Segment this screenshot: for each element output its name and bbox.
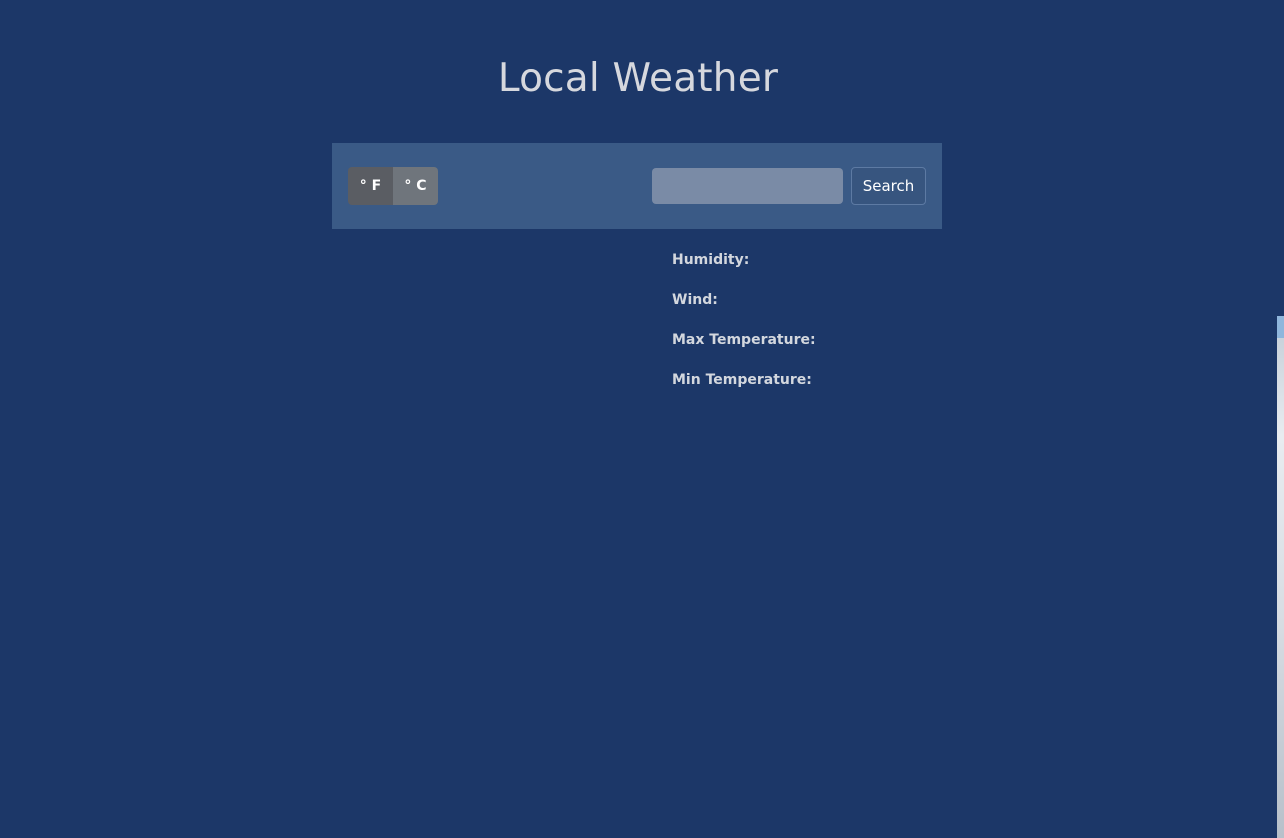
celsius-button[interactable]: ° C [393, 167, 438, 205]
fahrenheit-button[interactable]: ° F [348, 167, 393, 205]
unit-toggle-group: ° F ° C [348, 167, 438, 205]
max-temperature-label: Max Temperature: [672, 332, 816, 348]
weather-details: Humidity: Wind: Max Temperature: Min Tem… [672, 250, 816, 410]
humidity-label: Humidity: [672, 252, 750, 268]
search-button[interactable]: Search [851, 167, 926, 205]
min-temperature-label: Min Temperature: [672, 372, 812, 388]
background-image-edge [1277, 316, 1284, 838]
toolbar: ° F ° C Search [332, 143, 942, 229]
page-title: Local Weather [497, 56, 779, 101]
wind-label: Wind: [672, 292, 718, 308]
page: Local Weather ° F ° C Search Humidity: W… [0, 0, 1284, 838]
city-search-input[interactable] [652, 168, 843, 204]
